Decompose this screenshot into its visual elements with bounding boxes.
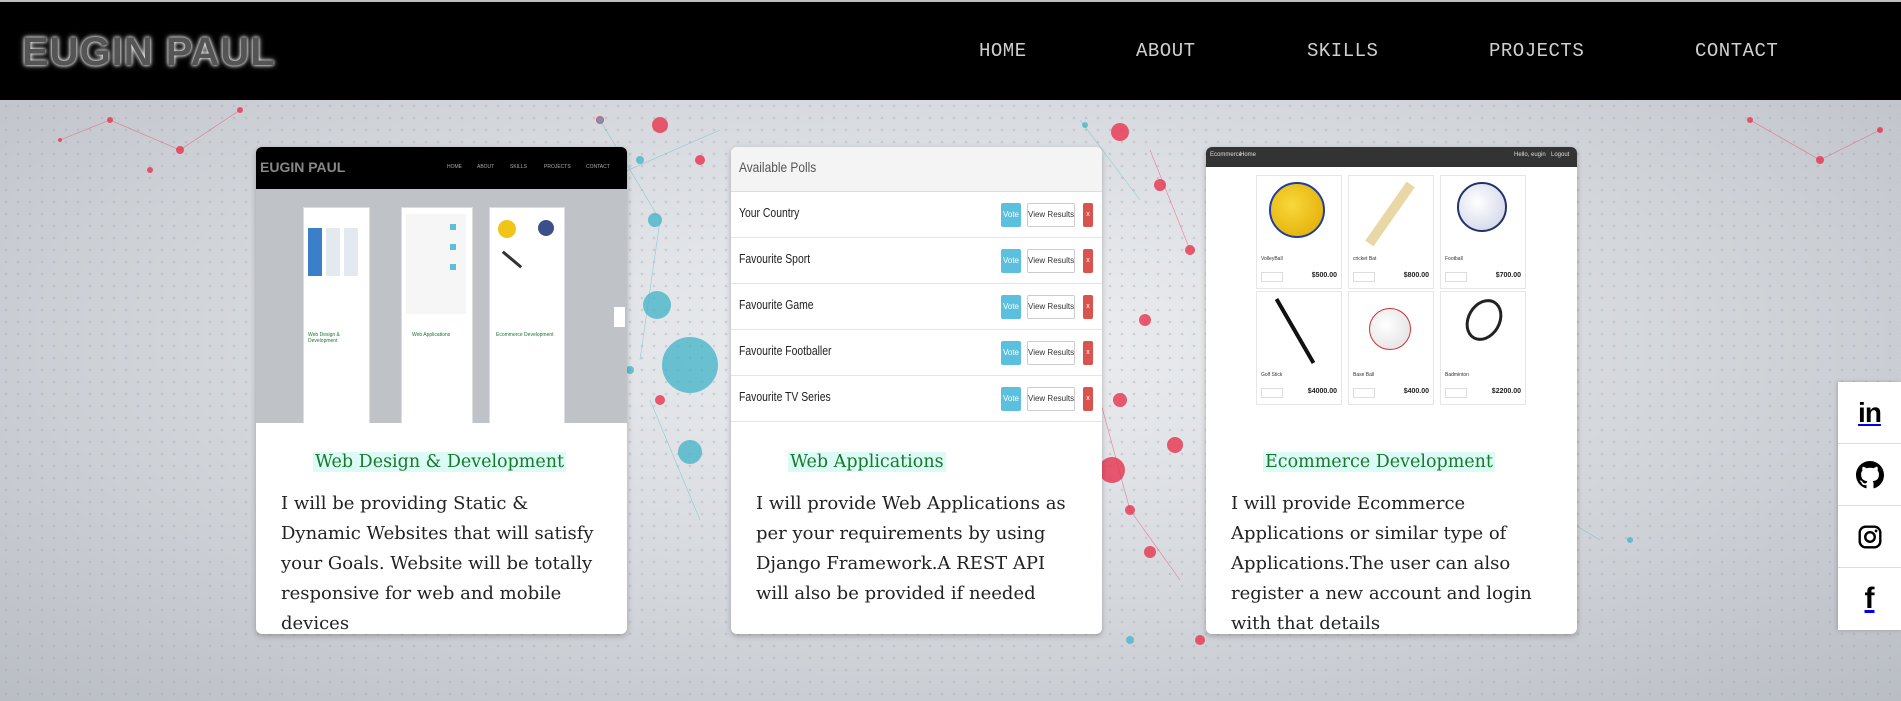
product-price: $2200.00 xyxy=(1491,388,1521,395)
site-header: EUGIN PAUL HOME ABOUT SKILLS PROJECTS CO… xyxy=(0,0,1901,100)
linkedin-link[interactable]: in xyxy=(1838,382,1901,444)
facebook-link[interactable]: f xyxy=(1838,568,1901,630)
view-results-button: View Results xyxy=(1027,387,1075,411)
screenshot-nav-item: CONTACT xyxy=(586,164,610,170)
product-name: cricket Bat xyxy=(1353,256,1377,262)
product-price: $500.00 xyxy=(1311,272,1337,279)
vote-button: Vote xyxy=(1001,295,1021,319)
product-name: Golf Stick xyxy=(1261,372,1283,378)
screenshot-nav-item: ABOUT xyxy=(477,164,495,170)
ecommerce-brand: Ecommerce xyxy=(1210,152,1243,158)
poll-row: Favourite TV Series Vote View Results x xyxy=(731,375,1102,422)
nav-projects[interactable]: PROJECTS xyxy=(1489,40,1584,62)
product-price: $700.00 xyxy=(1495,272,1521,279)
product-card: Base Ball $400.00 xyxy=(1348,291,1434,405)
card-title: Web Design & Development xyxy=(256,452,627,472)
polls-header: Available Polls xyxy=(739,159,817,175)
ecommerce-logout: Logout xyxy=(1551,152,1570,158)
screenshot-mini-card: Web Design & Development xyxy=(303,207,370,423)
web-design-screenshot: EUGIN PAUL HOME ABOUT SKILLS PROJECTS CO… xyxy=(256,147,627,423)
view-results-button: View Results xyxy=(1027,341,1075,365)
poll-label: Your Country xyxy=(739,205,800,220)
card-description: I will provide Ecommerce Applications or… xyxy=(1231,493,1532,634)
card-title-text: Web Design & Development xyxy=(313,452,567,472)
product-card: cricket Bat $800.00 xyxy=(1348,175,1434,289)
screenshot-logo: EUGIN PAUL xyxy=(260,159,346,175)
ecommerce-screenshot: Ecommerce Home Hello, eugin Logout Volle… xyxy=(1206,147,1577,423)
nav-skills[interactable]: SKILLS xyxy=(1307,40,1378,62)
screenshot-mini-card: Ecommerce Development xyxy=(489,207,565,423)
product-card: Badminton $2200.00 xyxy=(1440,291,1526,405)
site-logo[interactable]: EUGIN PAUL xyxy=(22,30,276,75)
vote-button: Vote xyxy=(1001,341,1021,365)
poll-row: Favourite Footballer Vote View Results x xyxy=(731,329,1102,376)
poll-row: Your Country Vote View Results x xyxy=(731,191,1102,238)
card-title-text: Web Applications xyxy=(788,452,946,472)
delete-button: x xyxy=(1083,341,1093,365)
product-name: Football xyxy=(1445,256,1463,262)
product-card: Football $700.00 xyxy=(1440,175,1526,289)
service-card-ecommerce: Ecommerce Home Hello, eugin Logout Volle… xyxy=(1206,147,1577,634)
social-sidebar: in f xyxy=(1838,382,1901,630)
card-title: Ecommerce Development xyxy=(1206,452,1577,472)
ecommerce-greeting: Hello, eugin xyxy=(1514,152,1546,158)
view-results-button: View Results xyxy=(1027,203,1075,227)
card-title-text: Ecommerce Development xyxy=(1263,452,1495,472)
screenshot-card-title: Web Applications xyxy=(412,332,451,338)
delete-button: x xyxy=(1083,249,1093,273)
screenshot-mini-card: Web Applications xyxy=(401,207,473,423)
screenshot-nav-item: SKILLS xyxy=(510,164,527,170)
vote-button: Vote xyxy=(1001,203,1021,227)
nav-contact[interactable]: CONTACT xyxy=(1695,40,1778,62)
poll-label: Favourite Sport xyxy=(739,251,811,266)
github-link[interactable] xyxy=(1838,444,1901,506)
service-card-web-design: EUGIN PAUL HOME ABOUT SKILLS PROJECTS CO… xyxy=(256,147,627,634)
product-card: Golf Stick $4000.00 xyxy=(1256,291,1342,405)
nav-home[interactable]: HOME xyxy=(979,40,1027,62)
product-name: Base Ball xyxy=(1353,372,1375,378)
poll-label: Favourite Game xyxy=(739,297,814,312)
screenshot-social-bar xyxy=(614,307,625,327)
delete-button: x xyxy=(1083,295,1093,319)
polls-screenshot: Available Polls Your Country Vote View R… xyxy=(731,147,1102,423)
delete-button: x xyxy=(1083,203,1093,227)
product-price: $4000.00 xyxy=(1307,388,1337,395)
product-price: $400.00 xyxy=(1403,388,1429,395)
github-icon xyxy=(1855,460,1884,488)
product-price: $800.00 xyxy=(1403,272,1429,279)
poll-label: Favourite Footballer xyxy=(739,343,832,358)
screenshot-nav-item: HOME xyxy=(447,164,462,170)
product-name: VolleyBall xyxy=(1261,256,1283,262)
instagram-link[interactable] xyxy=(1838,506,1901,568)
poll-row: Favourite Game Vote View Results x xyxy=(731,283,1102,330)
screenshot-nav-item: PROJECTS xyxy=(544,164,571,170)
card-description: I will be providing Static & Dynamic Web… xyxy=(281,493,594,634)
delete-button: x xyxy=(1083,387,1093,411)
instagram-icon xyxy=(1858,525,1881,548)
screenshot-card-title: Ecommerce Development xyxy=(496,332,554,338)
card-description: I will provide Web Applications as per y… xyxy=(756,493,1066,604)
poll-row: Favourite Sport Vote View Results x xyxy=(731,237,1102,284)
vote-button: Vote xyxy=(1001,387,1021,411)
view-results-button: View Results xyxy=(1027,249,1075,273)
view-results-button: View Results xyxy=(1027,295,1075,319)
product-card: VolleyBall $500.00 xyxy=(1256,175,1342,289)
service-card-web-applications: Available Polls Your Country Vote View R… xyxy=(731,147,1102,634)
card-title: Web Applications xyxy=(731,452,1102,472)
product-name: Badminton xyxy=(1445,372,1469,378)
nav-about[interactable]: ABOUT xyxy=(1136,40,1196,62)
facebook-icon: f xyxy=(1864,582,1875,615)
poll-label: Favourite TV Series xyxy=(739,389,831,404)
screenshot-card-title: Web Design & Development xyxy=(308,332,340,344)
ecommerce-home-link: Home xyxy=(1240,152,1257,158)
linkedin-icon: in xyxy=(1858,396,1882,428)
vote-button: Vote xyxy=(1001,249,1021,273)
